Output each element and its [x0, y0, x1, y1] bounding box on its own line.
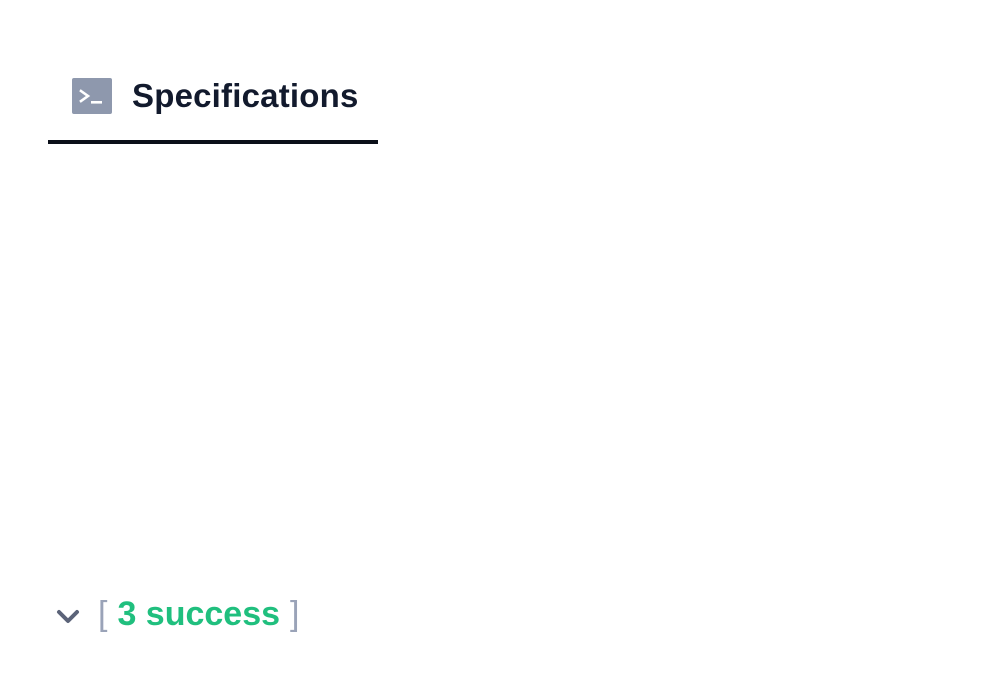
page: Specifications [ 3 success ] — [0, 0, 1000, 684]
tab-specifications[interactable]: Specifications — [48, 64, 378, 144]
terminal-icon — [72, 78, 112, 114]
results-summary-toggle[interactable]: [ 3 success ] — [54, 590, 300, 638]
tab-label: Specifications — [132, 77, 359, 114]
close-bracket: ] — [290, 595, 300, 633]
success-count: 3 success — [117, 595, 281, 633]
chevron-down-icon — [57, 610, 79, 623]
open-bracket: [ — [98, 595, 108, 633]
